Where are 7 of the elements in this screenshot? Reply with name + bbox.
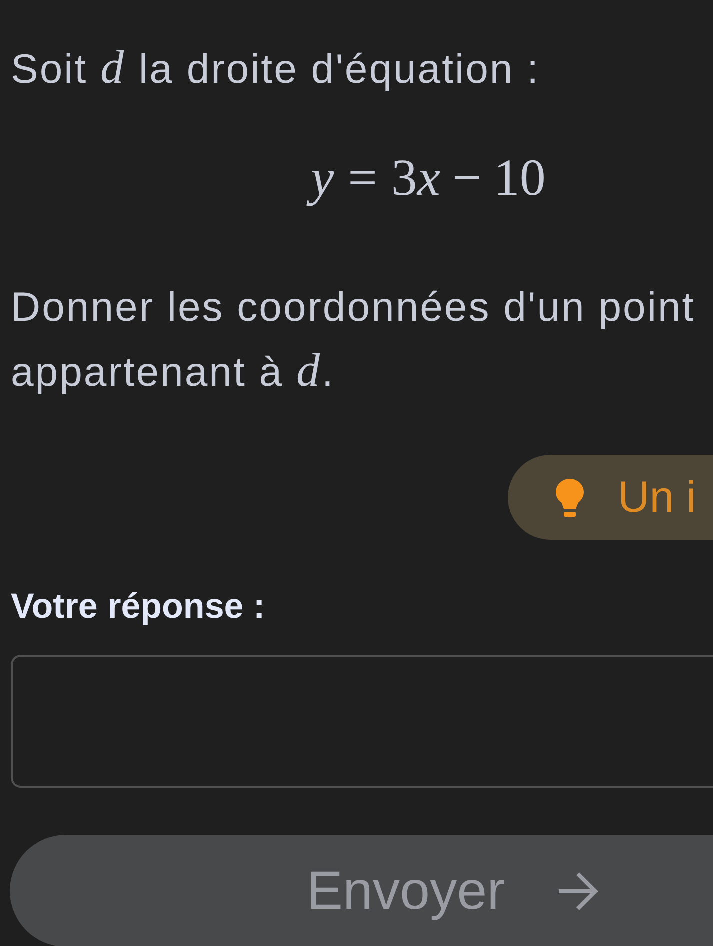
lightbulb-icon (556, 478, 584, 516)
question-text: Soit d la droite d'équation : (11, 41, 541, 96)
question-text: Donner les coordonnées d'un point appartenant à d. (11, 283, 696, 399)
equation: y = 3x − 10 (305, 149, 550, 209)
answer-field[interactable] (11, 655, 713, 788)
answer-label: Votre réponse : (11, 587, 266, 627)
hint-button[interactable]: Un i (508, 455, 713, 540)
